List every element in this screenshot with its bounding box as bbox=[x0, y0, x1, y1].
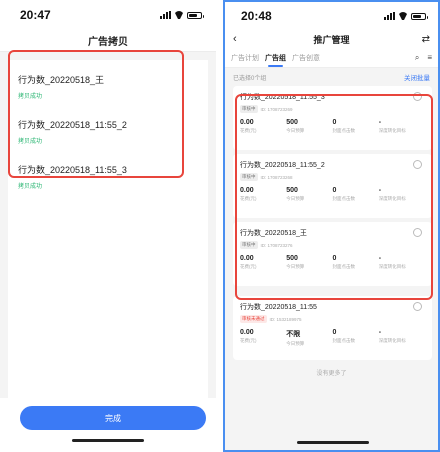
stat-label: 封面点击数 bbox=[332, 338, 356, 343]
stat-label: 今日预算 bbox=[286, 341, 305, 346]
bottom-bar: 完成 bbox=[0, 398, 216, 452]
stat-value: 不限 bbox=[286, 331, 301, 338]
group-card[interactable]: 行为数_20220518_11:55 审核未通过 ID: 1532189975 … bbox=[233, 296, 432, 360]
search-icon[interactable]: ⌕ bbox=[415, 53, 419, 63]
wifi-icon bbox=[398, 12, 408, 20]
status-icons bbox=[160, 11, 204, 19]
group-id: ID: 1532189975 bbox=[269, 316, 302, 322]
select-radio[interactable] bbox=[413, 302, 422, 311]
signal-icon bbox=[160, 11, 171, 19]
status-badge: 审核未通过 bbox=[240, 315, 267, 323]
item-status: 拷贝成功 bbox=[18, 184, 43, 190]
tab-ad-creative[interactable]: 广告创意 bbox=[292, 49, 320, 67]
tab-ad-plan[interactable]: 广告计划 bbox=[231, 49, 259, 67]
stat-cost: 0.00 花费(元) bbox=[240, 329, 286, 347]
stat-clicks: 0 封面点击数 bbox=[333, 329, 379, 347]
tab-bar: 广告计划 广告组 广告创意 ⌕ ≡ bbox=[225, 48, 438, 68]
stat-label: 深度转化目标 bbox=[378, 338, 406, 343]
right-phone: 20:48 ‹ 推广管理 ⇄ 广告计划 广告组 广告创意 ⌕ ≡ 已选择0个组 … bbox=[223, 0, 440, 452]
stat-value: 0 bbox=[332, 329, 337, 336]
wifi-icon bbox=[174, 11, 184, 19]
group-meta: 审核未通过 ID: 1532189975 bbox=[240, 315, 425, 323]
status-time: 20:48 bbox=[241, 9, 272, 23]
highlight-box bbox=[8, 50, 184, 178]
highlight-box bbox=[235, 94, 433, 300]
swap-icon[interactable]: ⇄ bbox=[416, 34, 430, 45]
left-phone: 20:47 广告拷贝 行为数_20220518_王 拷贝成功 行为数_20220… bbox=[0, 0, 216, 452]
group-name: 行为数_20220518_11:55 bbox=[240, 304, 317, 311]
status-bar: 20:47 bbox=[0, 0, 216, 30]
page-title: 广告拷贝 bbox=[88, 37, 128, 48]
nav-bar: 广告拷贝 bbox=[0, 30, 216, 52]
home-indicator bbox=[72, 439, 144, 442]
home-indicator bbox=[297, 441, 369, 444]
stat-budget: 不限 今日预算 bbox=[286, 329, 332, 347]
status-icons bbox=[384, 12, 428, 20]
group-stats: 0.00 花费(元) 不限今日预算 0 封面点击数 - 深度转化目标 bbox=[240, 329, 425, 347]
battery-icon bbox=[187, 11, 204, 19]
back-arrow-icon[interactable]: ‹ bbox=[233, 33, 247, 45]
nav-bar: ‹ 推广管理 ⇄ bbox=[225, 30, 438, 48]
done-button[interactable]: 完成 bbox=[20, 406, 206, 430]
stat-label: 花费(元) bbox=[240, 338, 257, 343]
close-batch-link[interactable]: 关闭批量 bbox=[404, 72, 430, 82]
tab-ad-group[interactable]: 广告组 bbox=[265, 49, 286, 67]
stat-value: 0.00 bbox=[240, 329, 254, 336]
screenshot-stage: 20:47 广告拷贝 行为数_20220518_王 拷贝成功 行为数_20220… bbox=[0, 0, 440, 452]
page-title: 推广管理 bbox=[313, 34, 350, 45]
no-more-text: 没有更多了 bbox=[316, 371, 347, 377]
status-time: 20:47 bbox=[20, 8, 51, 22]
selection-bar: 已选择0个组 关闭批量 bbox=[225, 68, 438, 86]
stat-target: - 深度转化目标 bbox=[379, 329, 425, 347]
status-bar: 20:48 bbox=[225, 2, 438, 30]
signal-icon bbox=[384, 12, 395, 20]
stat-value: - bbox=[378, 329, 382, 336]
tab-tools: ⌕ ≡ bbox=[415, 53, 432, 63]
battery-icon bbox=[411, 12, 428, 20]
selected-count: 已选择0个组 bbox=[233, 75, 267, 82]
filter-icon[interactable]: ≡ bbox=[427, 53, 432, 62]
